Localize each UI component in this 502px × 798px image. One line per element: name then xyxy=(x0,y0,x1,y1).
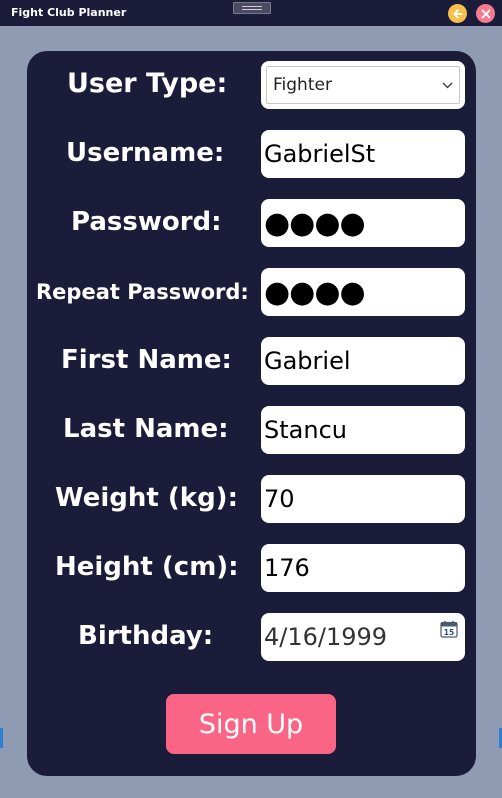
window-title: Fight Club Planner xyxy=(11,6,127,19)
sign-up-button[interactable]: Sign Up xyxy=(166,694,336,754)
username-label: Username: xyxy=(66,138,225,168)
first-name-label: First Name: xyxy=(61,345,232,375)
back-arrow-icon xyxy=(452,8,463,19)
weight-value: 70 xyxy=(264,485,295,513)
calendar-icon[interactable]: 15 xyxy=(440,620,458,638)
last-name-input[interactable]: Stancu xyxy=(261,406,465,454)
birthday-date-picker[interactable]: 4/16/1999 15 xyxy=(261,613,465,661)
calendar-day-text: 15 xyxy=(444,628,454,637)
repeat-password-value: ●●●● xyxy=(264,275,366,310)
first-name-input[interactable]: Gabriel xyxy=(261,337,465,385)
weight-input[interactable]: 70 xyxy=(261,475,465,523)
username-input[interactable]: GabrielSt xyxy=(261,130,465,178)
title-bar[interactable]: Fight Club Planner xyxy=(0,0,502,26)
password-value: ●●●● xyxy=(264,206,366,241)
sign-up-label: Sign Up xyxy=(198,708,304,740)
password-input[interactable]: ●●●● xyxy=(261,199,465,247)
user-type-select-container: Fighter xyxy=(261,61,465,109)
user-type-label: User Type: xyxy=(67,68,228,99)
repeat-password-input[interactable]: ●●●● xyxy=(261,268,465,316)
close-button[interactable] xyxy=(476,4,495,23)
user-type-value: Fighter xyxy=(273,75,332,95)
drag-handle-icon[interactable] xyxy=(233,2,271,14)
weight-label: Weight (kg): xyxy=(55,483,238,513)
user-type-select[interactable]: Fighter xyxy=(266,66,460,104)
repeat-password-label: Repeat Password: xyxy=(36,280,249,304)
close-icon xyxy=(481,9,490,18)
minimize-button[interactable] xyxy=(448,4,467,23)
height-label: Height (cm): xyxy=(55,552,239,582)
last-name-label: Last Name: xyxy=(63,414,229,444)
last-name-value: Stancu xyxy=(264,416,347,444)
username-value: GabrielSt xyxy=(264,140,376,168)
height-input[interactable]: 176 xyxy=(261,544,465,592)
first-name-value: Gabriel xyxy=(264,347,351,375)
birthday-label: Birthday: xyxy=(78,621,214,651)
chevron-down-icon xyxy=(442,82,453,88)
edge-marker xyxy=(0,728,3,748)
height-value: 176 xyxy=(264,554,310,582)
birthday-value: 4/16/1999 xyxy=(264,623,388,651)
password-label: Password: xyxy=(71,207,222,237)
